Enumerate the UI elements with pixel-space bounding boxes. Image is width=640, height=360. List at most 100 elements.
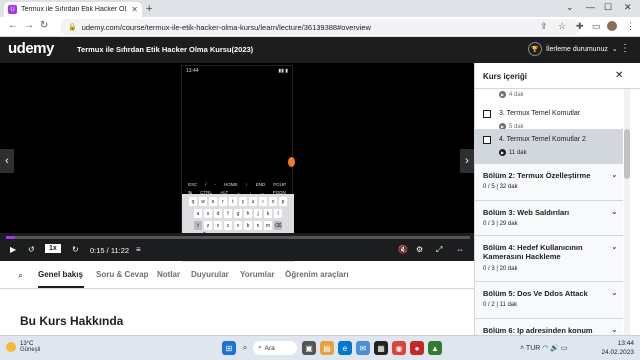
keyboard-row: ⇧ z x c v b n m ⌫ xyxy=(182,221,294,230)
edge-icon[interactable]: e xyxy=(338,341,352,355)
task-view-icon[interactable]: ▣ xyxy=(302,341,316,355)
browser-tab-strip: U Termux ile Sıfırdan Etik Hacker Ol... … xyxy=(0,0,640,17)
menu-dots-icon[interactable]: ⋮ xyxy=(626,21,635,32)
lecture-item[interactable]: ▶ 4 dak xyxy=(475,89,623,103)
taskbar-clock[interactable]: 13:44 24.02.2023 xyxy=(598,339,634,357)
extensions-icon[interactable]: ✚ xyxy=(576,21,584,32)
section-item[interactable]: Bölüm 5: Dos Ve Ddos Attack 0 / 2 | 11 d… xyxy=(475,281,623,321)
keyboard-key: k xyxy=(264,209,272,218)
lecture-meta: ▶ 11 dak xyxy=(499,149,527,156)
chrome-icon[interactable]: ◉ xyxy=(392,341,406,355)
add-note-icon[interactable]: ≡ xyxy=(136,245,141,254)
settings-gear-icon[interactable]: ⚙ xyxy=(416,245,423,254)
volume-icon[interactable]: 🔊 xyxy=(550,345,559,352)
search-label: Ara xyxy=(264,344,275,352)
chevron-down-icon[interactable]: ⌄ xyxy=(566,2,574,13)
chevron-down-icon: ⌄ xyxy=(611,242,618,251)
app-icon[interactable]: ▲ xyxy=(428,341,442,355)
search-icon[interactable]: ⌕ xyxy=(18,270,23,281)
tab-overview[interactable]: Genel bakış xyxy=(38,270,83,279)
forward-icon[interactable]: → xyxy=(24,20,34,31)
system-tray[interactable]: ˄ TUR ◠ 🔊 ▭ xyxy=(520,344,568,352)
mail-icon[interactable]: ✉ xyxy=(356,341,370,355)
bookmark-star-icon[interactable]: ☆ xyxy=(558,21,566,32)
phone-status-bar: 13:44 ▮▮ ▮ xyxy=(186,68,288,74)
speed-button[interactable]: 1x xyxy=(45,244,61,253)
keyboard-key: s xyxy=(204,209,212,218)
section-item[interactable]: Bölüm 2: Termux Özelleştirme 0 / 5 | 32 … xyxy=(475,163,623,203)
lecture-checkbox[interactable] xyxy=(483,136,491,144)
section-item[interactable]: Bölüm 4: Hedef Kullanıcının Kamerasını H… xyxy=(475,235,623,281)
keyboard-key: w xyxy=(199,197,207,206)
video-player[interactable]: ‹ › 13:44 ▮▮ ▮ ESC / - HOME ↑ END PGUP ↹ CTRL AL… xyxy=(0,63,474,262)
maximize-icon[interactable]: ☐ xyxy=(604,2,612,13)
file-explorer-icon[interactable]: ▤ xyxy=(320,341,334,355)
tab-learning-tools[interactable]: Öğrenim araçları xyxy=(285,270,349,279)
chevron-down-icon: ⌄ xyxy=(611,325,618,334)
section-item[interactable]: Bölüm 3: Web Saldırıları 0 / 3 | 29 dak … xyxy=(475,200,623,240)
url-text: udemy.com/course/termux-ile-etik-hacker-… xyxy=(81,22,371,32)
keyboard-key: y xyxy=(239,197,247,206)
section-item[interactable]: Bölüm 6: Ip adresinden konum ⌄ xyxy=(475,318,623,335)
back-icon[interactable]: ← xyxy=(8,20,18,31)
battery-icon[interactable]: ▭ xyxy=(561,345,568,352)
tab-notes[interactable]: Notlar xyxy=(157,270,180,279)
reload-icon[interactable]: ↻ xyxy=(40,20,48,31)
store-icon[interactable]: ▦ xyxy=(374,341,388,355)
course-title[interactable]: Termux ile Sıfırdan Etik Hacker Olma Kur… xyxy=(77,45,253,54)
weather-widget[interactable]: 13°C Güneşli xyxy=(6,341,40,353)
browser-tab[interactable]: U Termux ile Sıfırdan Etik Hacker Ol... … xyxy=(4,2,142,17)
keyboard-key: r xyxy=(219,197,227,206)
new-tab-button[interactable]: + xyxy=(146,3,152,15)
close-icon[interactable]: ✕ xyxy=(615,70,623,81)
recorder-icon[interactable]: ● xyxy=(410,341,424,355)
extra-key: HOME xyxy=(223,182,238,187)
fullscreen-icon[interactable]: ⤢ xyxy=(436,245,442,255)
sidepanel-icon[interactable]: ▭ xyxy=(592,21,601,32)
keyboard-key: t xyxy=(229,197,237,206)
tab-announcements[interactable]: Duyurular xyxy=(191,270,229,279)
keyboard-row: qwertyuıop xyxy=(182,197,294,206)
expand-icon[interactable]: ⇔ xyxy=(456,245,464,254)
minimize-icon[interactable]: — xyxy=(586,2,595,12)
progress-scrubber[interactable] xyxy=(6,236,470,239)
mute-icon[interactable]: 🔇 xyxy=(398,245,408,254)
keyboard-key: d xyxy=(214,209,222,218)
keyboard-key: m xyxy=(264,221,272,230)
taskbar-search-icon[interactable]: ⌕ xyxy=(238,341,252,355)
course-content-sidebar: Kurs içeriği ✕ ▶ 4 dak 3. Termux Temel K… xyxy=(474,63,640,335)
profile-avatar[interactable] xyxy=(607,21,617,31)
udemy-logo[interactable]: udemy xyxy=(8,40,54,57)
keyboard-key: l xyxy=(274,209,282,218)
tray-lang[interactable]: TUR xyxy=(526,345,540,352)
tab-reviews[interactable]: Yorumlar xyxy=(240,270,275,279)
extra-keys-row: ESC / - HOME ↑ END PGUP xyxy=(184,182,290,187)
address-bar[interactable]: 🔒 udemy.com/course/termux-ile-etik-hacke… xyxy=(60,19,580,35)
forward-icon[interactable]: ↻ xyxy=(72,245,79,254)
section-name: Bölüm 6: Ip adresinden konum xyxy=(483,326,593,335)
taskbar-search[interactable]: ⌕ Ara xyxy=(253,341,297,355)
sidebar-scrollbar[interactable] xyxy=(624,89,630,335)
lecture-item-current[interactable]: 4. Termux Temel Komutlar 2 ▶ 11 dak xyxy=(475,129,623,163)
scrollbar-thumb[interactable] xyxy=(624,129,630,179)
close-tab-icon[interactable]: ✕ xyxy=(131,5,138,14)
keyboard-key: v xyxy=(234,221,242,230)
next-lecture-button[interactable]: › xyxy=(460,149,474,173)
lecture-checkbox[interactable] xyxy=(483,110,491,118)
rewind-icon[interactable]: ↺ xyxy=(28,245,35,254)
windows-start-icon[interactable]: ⊞ xyxy=(222,341,236,355)
signal-icon: ▮▮ ▮ xyxy=(278,68,288,74)
active-tab-indicator xyxy=(38,286,84,288)
tab-qa[interactable]: Soru & Cevap xyxy=(96,270,148,279)
progress-button[interactable]: 🏆 İlerleme durumunuz ⌄ xyxy=(528,42,618,56)
close-window-icon[interactable]: ✕ xyxy=(624,2,632,13)
keyboard-key: h xyxy=(244,209,252,218)
chevron-down-icon: ⌄ xyxy=(611,170,618,179)
more-options-icon[interactable]: ⋮ xyxy=(620,43,630,54)
chevron-up-icon[interactable]: ˄ xyxy=(520,345,524,352)
lock-icon[interactable]: 🔒 xyxy=(68,23,77,31)
play-icon[interactable]: ▶ xyxy=(10,245,16,254)
previous-lecture-button[interactable]: ‹ xyxy=(0,149,14,173)
share-icon[interactable]: ⇪ xyxy=(540,21,548,32)
wifi-icon[interactable]: ◠ xyxy=(542,345,548,352)
